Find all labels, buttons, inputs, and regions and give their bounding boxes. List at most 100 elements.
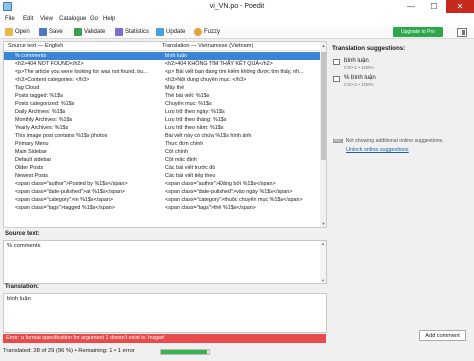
translation-progress-bar xyxy=(160,349,210,355)
scroll-down-arrow-icon[interactable]: ▼ xyxy=(321,221,326,226)
translation-memory-icon xyxy=(333,76,340,82)
translation-list: Source text — English Translation — Viet… xyxy=(3,41,327,228)
table-row[interactable]: <span class="author">Posted by %1$s</spa… xyxy=(4,180,320,188)
menu-bar: File Edit View Catalogue Go Help xyxy=(0,14,474,25)
translation-cell: <span class="date-pulished">vào ngày %1$… xyxy=(165,189,293,195)
table-row[interactable]: Older Posts Các bài viết trước đó xyxy=(4,164,320,172)
open-label: Open xyxy=(15,29,30,35)
table-row[interactable]: Tag Cloud Mây thẻ xyxy=(4,84,320,92)
status-text: Translated: 28 of 29 (96 %) • Remaining:… xyxy=(3,348,135,354)
source-cell: Default sidebar xyxy=(15,157,52,163)
suggestions-title: Translation suggestions: xyxy=(332,45,406,52)
source-cell: Main Sidebar xyxy=(15,149,47,155)
validate-label: Validate xyxy=(84,29,106,35)
validate-button[interactable]: Validate xyxy=(72,26,107,38)
source-cell: <span class="author">Posted by %1$s</spa… xyxy=(15,181,128,187)
fuzzy-label: Fuzzy xyxy=(204,29,221,35)
online-suggestions-note-text: Not showing additional online suggestion… xyxy=(345,138,444,144)
save-label: Save xyxy=(49,29,63,35)
translation-cell: bình luận xyxy=(165,53,188,59)
menu-edit[interactable]: Edit xyxy=(23,16,33,22)
source-cell: % comments xyxy=(15,53,47,59)
list-scrollbar[interactable]: ▲ ▼ xyxy=(320,42,326,227)
source-cell: Daily Archives: %1$s xyxy=(15,109,66,115)
menu-file[interactable]: File xyxy=(5,16,15,22)
table-row[interactable]: Main Sidebar Cột chính xyxy=(4,148,320,156)
table-row[interactable]: Monthly Archives: %1$s Lưu trữ theo tháng… xyxy=(4,116,320,124)
fuzzy-icon xyxy=(194,28,202,36)
table-row[interactable]: Primary Menu Thực đơn chính xyxy=(4,140,320,148)
source-cell: Primary Menu xyxy=(15,141,49,147)
table-row[interactable]: Daily Archives: %1$s Lưu trữ theo ngày: %… xyxy=(4,108,320,116)
upgrade-to-pro-button[interactable]: Upgrade to Pro xyxy=(393,27,443,37)
translation-cell: Các bài viết trước đó xyxy=(165,165,216,171)
source-cell: <h3>Content categories: </h3> xyxy=(15,77,90,83)
online-suggestions-note: PRO Not showing additional online suggest… xyxy=(333,138,471,144)
table-row[interactable]: This image post contains %1$s photos Bài … xyxy=(4,132,320,140)
table-row[interactable]: Posts tagged: %1$s Thẻ bài viết: %1$s xyxy=(4,92,320,100)
list-scrollbar-thumb[interactable] xyxy=(321,52,326,160)
translation-cell: Lưu trữ theo năm: %1$s xyxy=(165,125,224,131)
translation-cell: Mây thẻ xyxy=(165,85,185,91)
open-button[interactable]: Open xyxy=(3,26,32,38)
menu-view[interactable]: View xyxy=(40,16,53,22)
maximize-button[interactable]: ☐ xyxy=(423,0,445,13)
scroll-up-arrow-icon[interactable]: ▲ xyxy=(320,241,326,246)
source-column-header[interactable]: Source text — English xyxy=(8,43,63,49)
table-row[interactable]: <p>The article you were looking for was … xyxy=(4,68,320,76)
menu-catalogue[interactable]: Catalogue xyxy=(59,16,86,22)
status-bar: Translated: 28 of 29 (96 %) • Remaining:… xyxy=(0,346,474,361)
translation-column-header[interactable]: Translation — Vietnamese (Vietnam) xyxy=(162,43,253,49)
translation-cell: <span class="author">Đăng bởi %1$s</span… xyxy=(165,181,276,187)
translation-cell: <h3>Nội dung chuyên mục: </h3> xyxy=(165,77,247,83)
table-row[interactable]: Posts categorized: %1$s Chuyên mục: %1$s xyxy=(4,100,320,108)
table-row[interactable]: Newest Posts Các bài viết tiếp theo xyxy=(4,172,320,180)
source-cell: Older Posts xyxy=(15,165,44,171)
translation-input[interactable]: bình luận xyxy=(3,293,327,333)
save-button[interactable]: Save xyxy=(37,26,65,38)
source-text-scrollbar[interactable]: ▲ ▼ xyxy=(320,241,326,283)
sidebar-toggle-icon[interactable] xyxy=(457,28,467,37)
fuzzy-button[interactable]: Fuzzy xyxy=(192,26,222,38)
table-row[interactable]: Yearly Archives: %1$s Lưu trữ theo năm: %… xyxy=(4,124,320,132)
table-row[interactable]: % comments bình luận xyxy=(4,52,320,60)
statistics-label: Statistics xyxy=(125,29,150,35)
refresh-icon xyxy=(156,28,164,36)
table-row[interactable]: <span class="date-pulished">at %1$s</spa… xyxy=(4,188,320,196)
table-row[interactable]: <h2>404 NOT FOUND</h2> <h2>404 KHÔNG TÌM … xyxy=(4,60,320,68)
source-cell: Yearly Archives: %1$s xyxy=(15,125,69,131)
add-comment-button[interactable]: Add comment xyxy=(419,330,466,341)
menu-help[interactable]: Help xyxy=(103,16,115,22)
translation-cell: <p> Bài viết bạn đang tìm kiếm không đượ… xyxy=(165,69,304,75)
source-cell: <span class="category">in %1$s</span> xyxy=(15,197,114,203)
unlock-online-suggestions-link[interactable]: Unlock online suggestions xyxy=(346,147,409,153)
suggestion-meta: Ctrl+2 • 100% xyxy=(344,83,374,88)
table-row[interactable]: <span class="tags">tagged %1$s</span> <sp… xyxy=(4,204,320,212)
translation-cell: Chuyên mục: %1$s xyxy=(165,101,212,107)
table-row[interactable]: <h3>Content categories: </h3> <h3>Nội dun… xyxy=(4,76,320,84)
close-button[interactable]: ✕ xyxy=(446,0,474,13)
source-text-value: % comments xyxy=(7,243,41,249)
scroll-up-arrow-icon[interactable]: ▲ xyxy=(321,43,326,48)
translation-cell: Bài viết này có chứa %1$s hình ảnh xyxy=(165,133,252,139)
suggestion-text: % bình luận xyxy=(344,75,376,81)
statistics-button[interactable]: Statistics xyxy=(113,26,151,38)
suggestions-sidebar: Translation suggestions: bình luận Ctrl+… xyxy=(330,41,474,345)
translation-cell: Thực đơn chính xyxy=(165,141,204,147)
update-label: Update xyxy=(166,29,186,35)
update-button[interactable]: Update xyxy=(154,26,187,38)
minimize-button[interactable]: — xyxy=(400,0,422,13)
table-row[interactable]: Default sidebar Cột mặc định xyxy=(4,156,320,164)
list-header: Source text — English Translation — Viet… xyxy=(4,42,320,51)
source-cell: <span class="tags">tagged %1$s</span> xyxy=(15,205,115,211)
table-row[interactable]: <span class="category">in %1$s</span> <sp… xyxy=(4,196,320,204)
suggestion-meta: Ctrl+1 • 100% xyxy=(344,66,374,71)
translation-cell: Cột chính xyxy=(165,149,189,155)
translation-cell: <h2>404 KHÔNG TÌM THẤY KẾT QUẢ</h2> xyxy=(165,61,273,67)
folder-icon xyxy=(5,28,13,36)
save-icon xyxy=(39,28,47,36)
menu-go[interactable]: Go xyxy=(90,16,98,22)
scroll-down-arrow-icon[interactable]: ▼ xyxy=(320,278,326,283)
source-cell: <h2>404 NOT FOUND</h2> xyxy=(15,61,84,67)
source-cell: Posts tagged: %1$s xyxy=(15,93,63,99)
